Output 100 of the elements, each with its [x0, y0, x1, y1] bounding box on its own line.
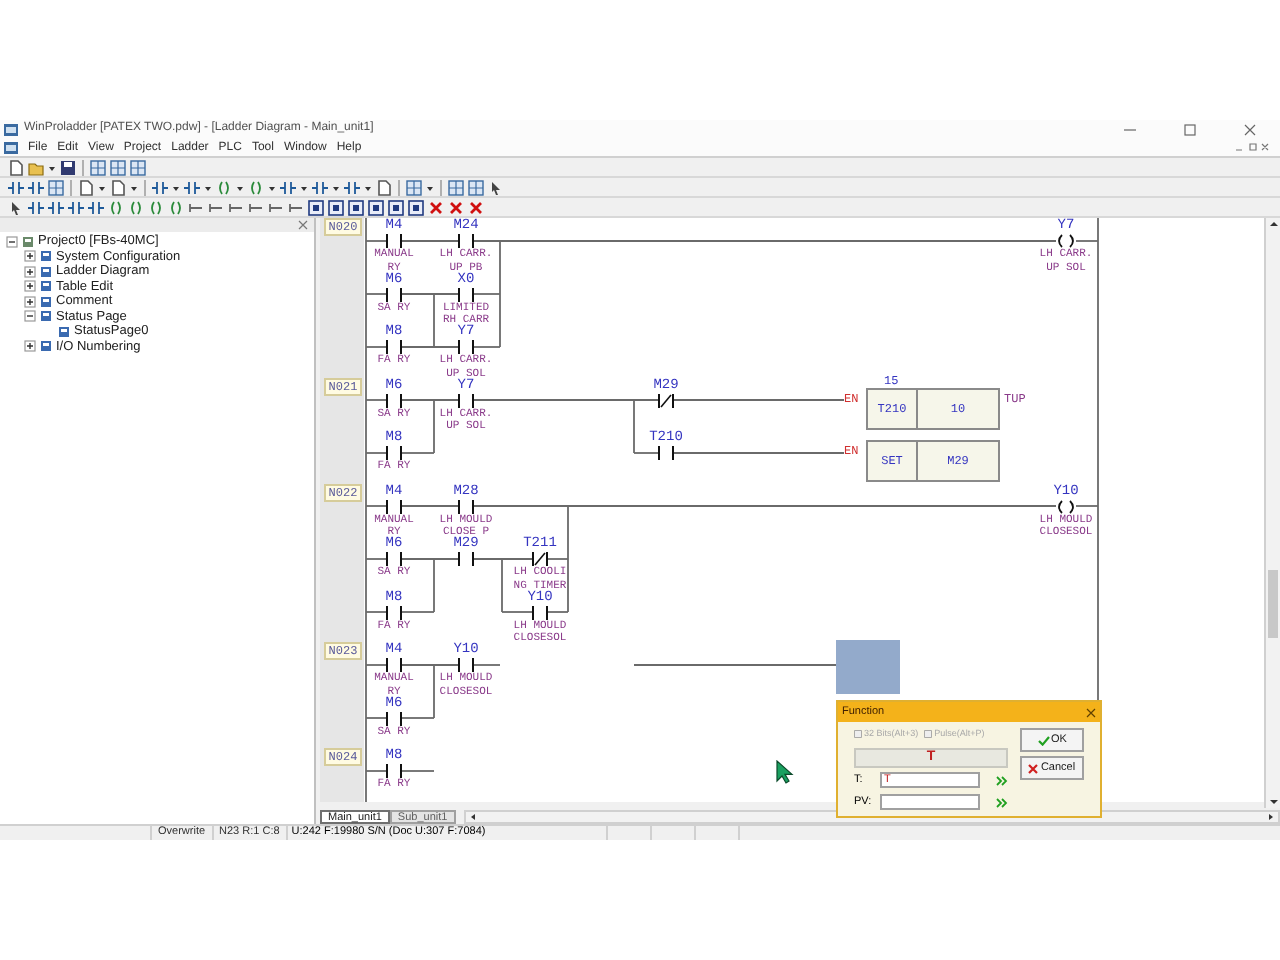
contact-symbol [384, 711, 404, 725]
expander-icon[interactable] [24, 295, 36, 308]
wire [365, 717, 387, 719]
ladder-canvas[interactable] [320, 218, 1264, 802]
boxed-square-icon[interactable] [388, 199, 404, 215]
text-field[interactable] [880, 794, 980, 811]
grid-icon[interactable] [130, 159, 146, 175]
boxed-square-icon[interactable] [328, 199, 344, 215]
close-icon[interactable] [1244, 123, 1256, 135]
contact-symbol [384, 446, 404, 460]
wire [365, 664, 387, 666]
wire [365, 240, 387, 242]
coil-icon[interactable] [108, 199, 124, 215]
line-icon[interactable] [248, 199, 264, 215]
line-icon[interactable] [288, 199, 304, 215]
delete-icon[interactable] [428, 199, 444, 215]
scroll-left-icon[interactable] [467, 811, 478, 821]
line-icon[interactable] [208, 199, 224, 215]
line-icon[interactable] [188, 199, 204, 215]
contact-symbol [530, 605, 550, 619]
coil-icon[interactable] [128, 199, 144, 215]
pointer-icon[interactable] [488, 179, 504, 195]
grid-icon[interactable] [48, 179, 64, 195]
checkmark-icon [1037, 735, 1050, 745]
contact-icon[interactable] [68, 199, 84, 215]
coil-symbol [1054, 234, 1078, 248]
expander-icon[interactable] [6, 235, 18, 248]
contact-icon[interactable] [152, 179, 168, 195]
contact-icon[interactable] [28, 179, 44, 195]
maximize-icon[interactable] [1184, 123, 1196, 135]
delete-icon[interactable] [468, 199, 484, 215]
normally-closed-contact-symbol [530, 552, 550, 566]
wire [365, 558, 387, 560]
coil-icon[interactable] [168, 199, 184, 215]
line-icon[interactable] [228, 199, 244, 215]
wire [401, 240, 459, 242]
close-icon[interactable] [298, 220, 308, 230]
expander-icon[interactable] [24, 265, 36, 278]
contact-symbol [384, 234, 404, 248]
contact-icon[interactable] [280, 179, 296, 195]
vertical-scrollbar[interactable] [1264, 218, 1280, 808]
app-icon [4, 123, 18, 135]
selection-cursor [836, 640, 900, 694]
scroll-up-icon[interactable] [1267, 218, 1279, 230]
grid-icon[interactable] [406, 179, 422, 195]
contact-icon[interactable] [184, 179, 200, 195]
contact-symbol [384, 393, 404, 407]
expander-icon[interactable] [24, 340, 36, 353]
contact-symbol [456, 499, 476, 513]
contact-symbol [384, 340, 404, 354]
coil-symbol [1054, 499, 1078, 513]
grid-icon[interactable] [448, 179, 464, 195]
wire [1075, 505, 1099, 507]
boxed-square-icon[interactable] [308, 199, 324, 215]
wire [365, 611, 387, 613]
wire [365, 346, 387, 348]
expander-icon[interactable] [24, 250, 36, 263]
grid-icon[interactable] [110, 159, 126, 175]
grid-icon[interactable] [90, 159, 106, 175]
contact-icon[interactable] [28, 199, 44, 215]
wire [473, 664, 501, 666]
contact-symbol [384, 658, 404, 672]
wire [365, 452, 387, 454]
contact-icon[interactable] [312, 179, 328, 195]
scrollbar-thumb[interactable] [1268, 570, 1278, 638]
contact-symbol [456, 658, 476, 672]
contact-symbol [456, 234, 476, 248]
cross-icon [1028, 763, 1039, 773]
contact-symbol [456, 393, 476, 407]
wire [365, 505, 387, 507]
contact-symbol [384, 552, 404, 566]
close-icon[interactable] [1086, 707, 1096, 717]
contact-symbol [456, 552, 476, 566]
pointer-icon[interactable] [8, 199, 24, 215]
coil-icon[interactable] [248, 179, 264, 195]
contact-symbol [656, 446, 676, 460]
line-icon[interactable] [268, 199, 284, 215]
contact-icon[interactable] [8, 179, 24, 195]
document-icon[interactable] [376, 179, 392, 195]
contact-symbol [384, 605, 404, 619]
coil-icon[interactable] [148, 199, 164, 215]
boxed-square-icon[interactable] [408, 199, 424, 215]
wire [1075, 240, 1099, 242]
wire [365, 399, 387, 401]
contact-symbol [384, 764, 404, 778]
grid-icon[interactable] [468, 179, 484, 195]
normally-closed-contact-symbol [656, 393, 676, 407]
contact-icon[interactable] [344, 179, 360, 195]
delete-icon[interactable] [448, 199, 464, 215]
expander-icon[interactable] [24, 310, 36, 323]
document-window-icon [4, 141, 18, 153]
boxed-square-icon[interactable] [348, 199, 364, 215]
browse-arrows-icon[interactable] [996, 797, 1008, 808]
window-controls-icon[interactable] [1234, 142, 1270, 152]
contact-icon[interactable] [88, 199, 104, 215]
contact-icon[interactable] [48, 199, 64, 215]
boxed-square-icon[interactable] [368, 199, 384, 215]
coil-icon[interactable] [216, 179, 232, 195]
browse-arrows-icon[interactable] [996, 775, 1008, 786]
expander-icon[interactable] [24, 280, 36, 293]
